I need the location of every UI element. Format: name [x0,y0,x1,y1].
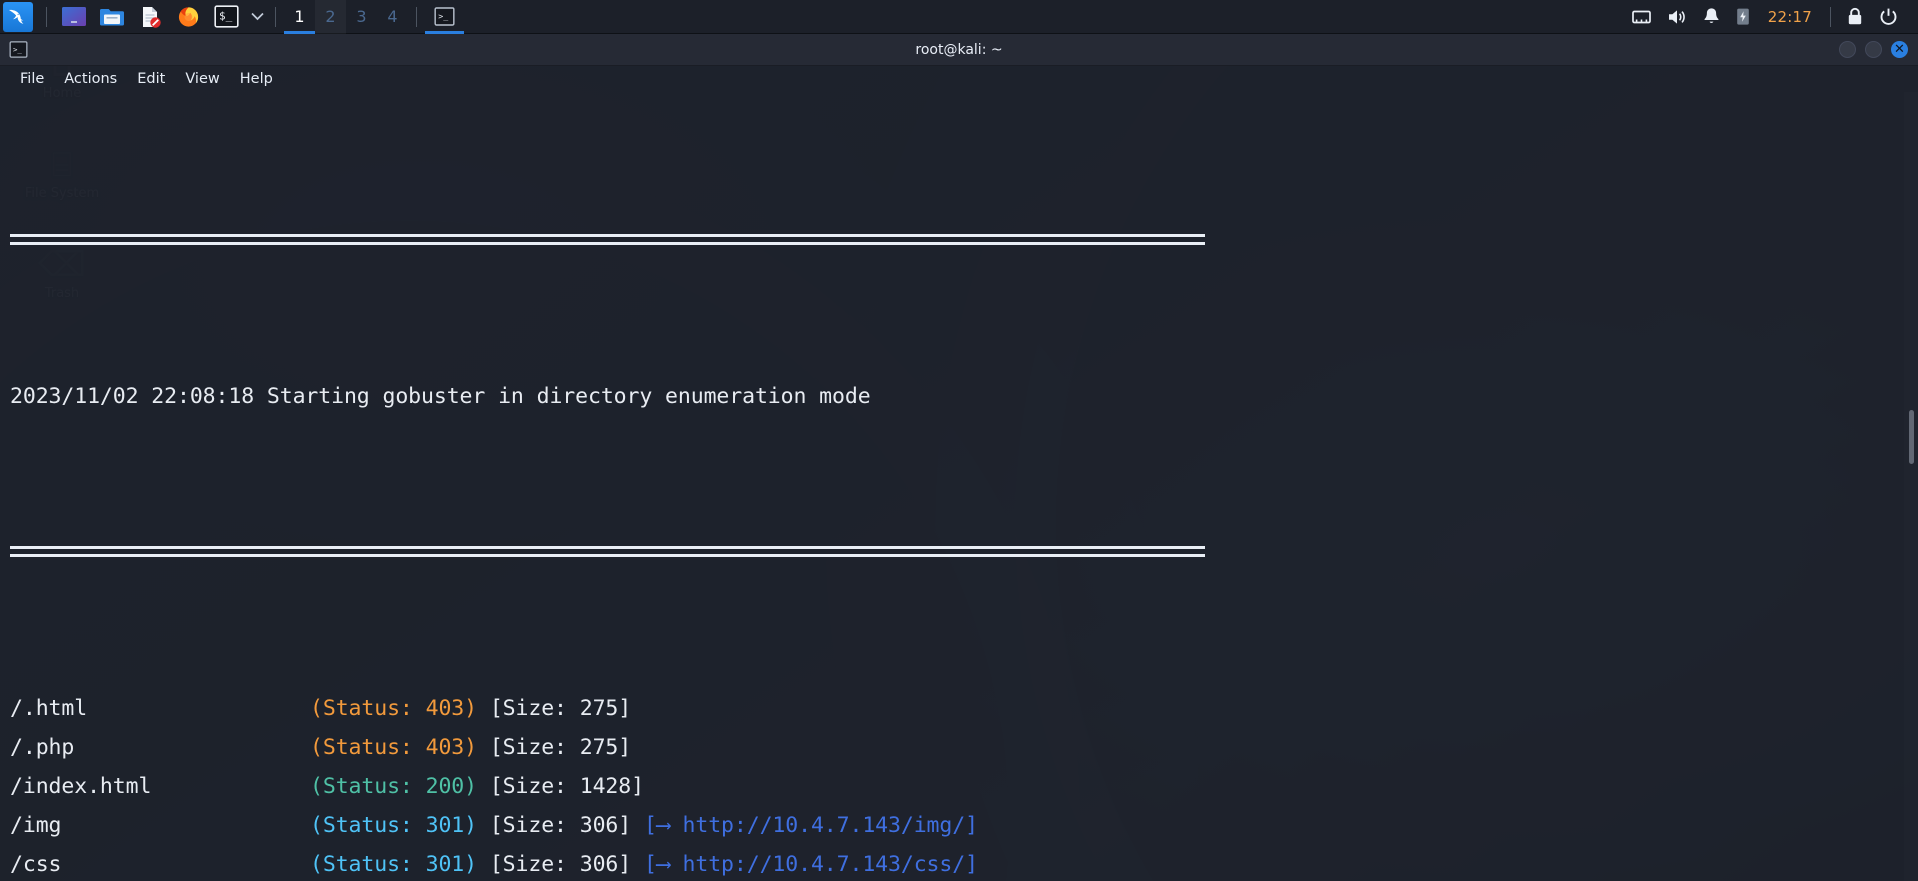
gobuster-result-row: /index.html (Status: 200) [Size: 1428] [10,767,1918,806]
result-size: [Size: 275] [476,735,632,760]
menu-help[interactable]: Help [230,69,283,89]
result-size: [Size: 306] [476,852,632,877]
gobuster-result-row: /css (Status: 301) [Size: 306] [⟶ http://… [10,845,1918,881]
system-tray: 22:17 [1624,0,1918,34]
workspace-switcher: 1234 [284,0,408,34]
menu-view[interactable]: View [175,69,229,89]
menu-file[interactable]: File [10,69,54,89]
volume-icon[interactable] [1659,0,1695,34]
result-size: [Size: 275] [476,696,632,721]
lock-screen-icon[interactable] [1839,0,1871,34]
clock[interactable]: 22:17 [1758,8,1822,26]
battery-icon[interactable] [1728,0,1758,34]
svg-text:>_: >_ [438,11,448,21]
file-manager-icon[interactable] [97,2,127,32]
firefox-icon[interactable] [173,2,203,32]
gobuster-result-row: /.html (Status: 403) [Size: 275] [10,689,1918,728]
workspace-button-4[interactable]: 4 [377,0,408,34]
result-size: [Size: 1428] [476,774,644,799]
window-controls: ✕ [1839,41,1908,58]
chevron-down-icon[interactable] [247,2,267,32]
menu-bar: File Actions Edit View Help [0,66,1918,92]
result-redirect-url[interactable]: [⟶ http://10.4.7.143/css/] [631,852,978,877]
svg-text:>_: >_ [12,45,21,54]
menu-edit[interactable]: Edit [127,69,175,89]
terminal-window: >_ root@kali: ~ ✕ File Actions Edit View Hel… [0,34,1918,881]
workspace-button-1[interactable]: 1 [284,0,315,34]
panel-separator-2 [275,6,276,27]
result-path: /.html [10,696,88,721]
result-path: /index.html [10,774,152,799]
result-status: (Status: 301) [310,813,477,838]
result-status: (Status: 301) [310,852,477,877]
terminal-output[interactable]: 2023/11/02 22:08:18 Starting gobuster in… [0,92,1918,881]
result-path: /css [10,852,62,877]
window-terminal-icon: >_ [8,40,28,60]
result-path: /.php [10,735,75,760]
taskbar-terminal-button[interactable]: >_ [425,0,464,34]
result-redirect-url[interactable]: [⟶ http://10.4.7.143/img/] [631,813,978,838]
workspace-button-3[interactable]: 3 [346,0,377,34]
svg-text:$_: $_ [219,10,233,23]
terminal-icon[interactable]: $_ [211,2,241,32]
kali-menu-icon[interactable] [3,1,33,32]
window-titlebar[interactable]: >_ root@kali: ~ ✕ [0,34,1918,66]
top-panel: $_ 1234 >_ 22:17 [0,0,1918,34]
result-status: (Status: 200) [310,774,477,799]
desktop: ⌂Home⌸File System⌫Trash [0,0,1918,881]
panel-separator-3 [416,6,417,27]
menu-actions[interactable]: Actions [54,69,127,89]
workspace-button-2[interactable]: 2 [315,0,346,34]
gobuster-result-row: /.php (Status: 403) [Size: 275] [10,728,1918,767]
gobuster-results: /.html (Status: 403) [Size: 275] /.php (Sta… [10,689,1918,881]
separator-rule-top [10,221,1205,260]
maximize-button[interactable] [1865,41,1882,58]
text-editor-icon[interactable] [135,2,165,32]
window-title: root@kali: ~ [915,41,1003,58]
gobuster-start-line: 2023/11/02 22:08:18 Starting gobuster in… [10,384,871,409]
workspace-switcher-icon[interactable] [59,2,89,32]
panel-separator-4 [1830,6,1831,27]
network-icon[interactable] [1624,0,1659,34]
taskbar-terminal-icon: >_ [434,7,455,26]
result-status: (Status: 403) [310,696,477,721]
notification-bell-icon[interactable] [1695,0,1728,34]
result-size: [Size: 306] [476,813,632,838]
panel-launchers: $_ 1234 >_ [0,0,464,34]
result-status: (Status: 403) [310,735,477,760]
gobuster-result-row: /img (Status: 301) [Size: 306] [⟶ http://… [10,806,1918,845]
logout-icon[interactable] [1871,0,1906,34]
separator-rule-mid [10,533,1205,572]
terminal-scrollbar-thumb[interactable] [1909,410,1914,464]
panel-separator-1 [46,6,47,27]
terminal-scrollbar[interactable] [1904,92,1918,881]
minimize-button[interactable] [1839,41,1856,58]
close-button[interactable]: ✕ [1891,41,1908,58]
result-path: /img [10,813,62,838]
